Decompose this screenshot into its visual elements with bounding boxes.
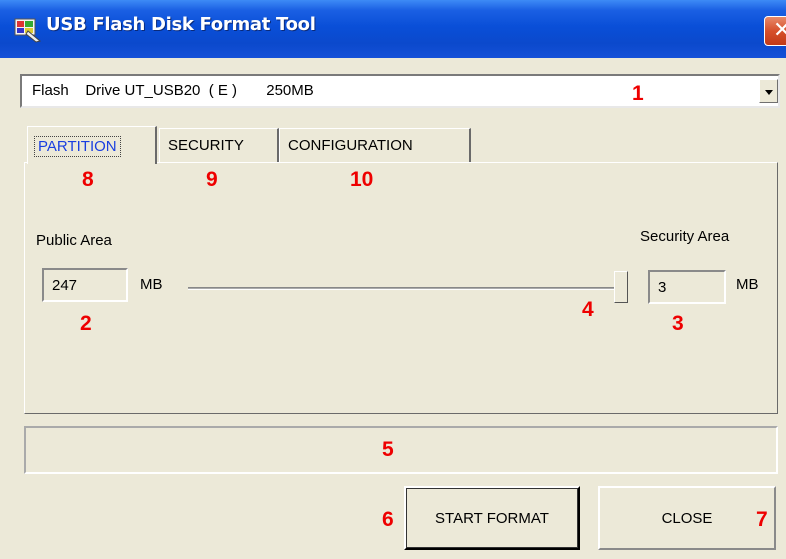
annotation-5: 5 bbox=[382, 438, 394, 461]
app-window: USB Flash Disk Format Tool ✕ Flash Drive… bbox=[0, 0, 786, 559]
security-size-field: 3 bbox=[648, 270, 726, 304]
drive-select[interactable]: Flash Drive UT_USB20 ( E ) 250MB bbox=[20, 74, 780, 108]
close-button-label: CLOSE bbox=[661, 510, 713, 527]
security-unit-label: MB bbox=[736, 276, 759, 293]
progress-status-bar bbox=[24, 426, 778, 474]
tab-security[interactable]: SECURITY bbox=[159, 128, 279, 162]
tab-partition-label: PARTITION bbox=[34, 136, 121, 157]
public-size-value: 247 bbox=[52, 277, 78, 294]
close-icon: ✕ bbox=[773, 18, 786, 43]
tab-partition[interactable]: PARTITION bbox=[27, 126, 157, 164]
start-format-label: START FORMAT bbox=[435, 510, 549, 527]
annotation-2: 2 bbox=[80, 312, 92, 335]
window-title: USB Flash Disk Format Tool bbox=[46, 14, 316, 35]
close-button[interactable]: CLOSE bbox=[598, 486, 776, 550]
partition-slider-track[interactable] bbox=[188, 287, 620, 290]
security-size-value: 3 bbox=[658, 279, 667, 296]
drive-select-value: Flash Drive UT_USB20 ( E ) 250MB bbox=[32, 82, 314, 99]
tab-configuration[interactable]: CONFIGURATION bbox=[279, 128, 471, 162]
annotation-1: 1 bbox=[632, 82, 644, 105]
chevron-down-icon bbox=[765, 90, 773, 95]
app-icon bbox=[14, 18, 42, 43]
tab-configuration-label: CONFIGURATION bbox=[288, 137, 413, 154]
annotation-7: 7 bbox=[756, 508, 768, 531]
public-size-field: 247 bbox=[42, 268, 128, 302]
annotation-10: 10 bbox=[350, 168, 374, 191]
tab-security-label: SECURITY bbox=[168, 137, 244, 154]
annotation-9: 9 bbox=[206, 168, 218, 191]
public-unit-label: MB bbox=[140, 276, 163, 293]
start-format-button[interactable]: START FORMAT bbox=[404, 486, 580, 550]
annotation-8: 8 bbox=[82, 168, 94, 191]
security-area-label: Security Area bbox=[640, 228, 730, 245]
dropdown-arrow-button[interactable] bbox=[759, 79, 778, 103]
title-bar[interactable]: USB Flash Disk Format Tool ✕ bbox=[0, 0, 786, 58]
annotation-3: 3 bbox=[672, 312, 684, 335]
public-area-label: Public Area bbox=[36, 232, 112, 249]
annotation-6: 6 bbox=[382, 508, 394, 531]
window-close-button[interactable]: ✕ bbox=[764, 16, 786, 46]
partition-slider-handle[interactable] bbox=[614, 271, 628, 303]
annotation-4: 4 bbox=[582, 298, 594, 321]
